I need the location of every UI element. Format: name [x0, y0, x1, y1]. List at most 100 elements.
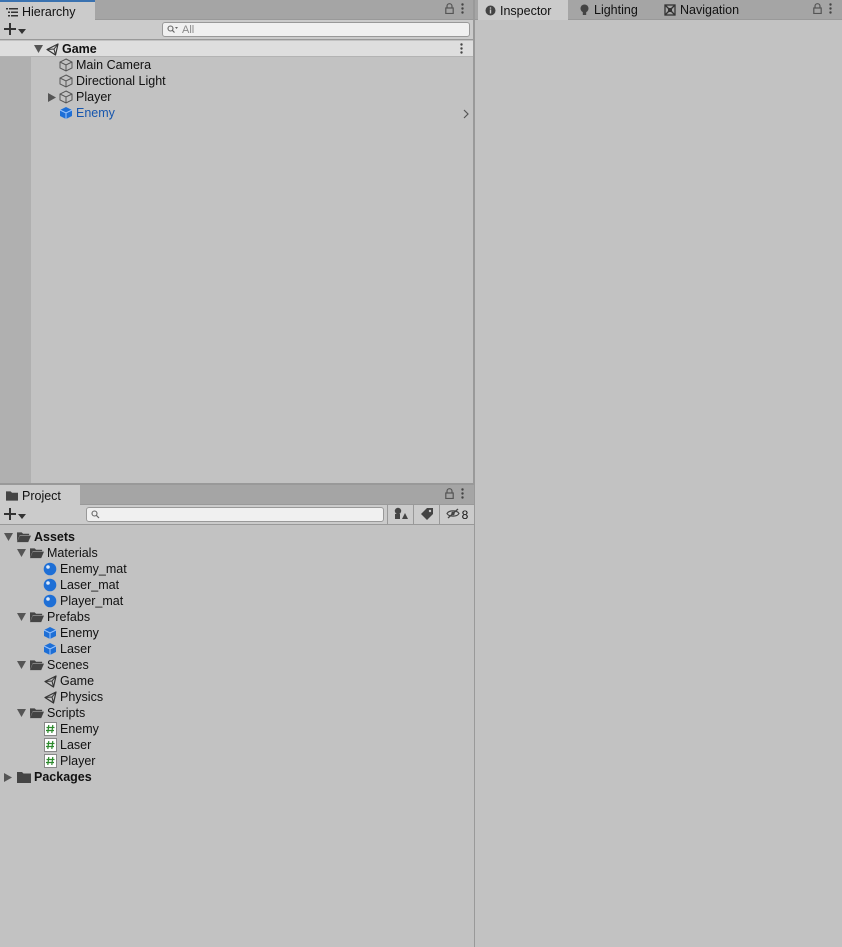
create-button[interactable]: [4, 22, 32, 38]
csharp-script-icon: [43, 722, 57, 736]
collapsed-arrow-icon[interactable]: [3, 772, 13, 782]
prefab-cube-icon: [59, 106, 73, 120]
shapes-filter-icon: [394, 507, 408, 523]
project-asset-enemy-mat[interactable]: Enemy_mat: [43, 561, 127, 577]
hierarchy-item-directional-light[interactable]: Directional Light: [59, 73, 166, 89]
expanded-arrow-icon[interactable]: [3, 532, 13, 542]
project-asset-laser-script[interactable]: Laser: [43, 737, 91, 753]
scene-row[interactable]: Game: [33, 41, 97, 57]
dropdown-arrow-icon: [18, 23, 26, 37]
unity-scene-icon: [45, 42, 59, 56]
kebab-menu-icon[interactable]: [461, 488, 464, 502]
inspector-tab-actions: [813, 3, 832, 17]
tree-item-label: Laser: [60, 642, 92, 656]
project-toolbar: 8: [0, 505, 474, 525]
expanded-arrow-icon[interactable]: [16, 548, 26, 558]
csharp-script-icon: [43, 754, 57, 768]
project-folder-materials[interactable]: Materials: [16, 545, 98, 561]
tree-item-label: Materials: [47, 546, 98, 560]
tree-item-label: Packages: [34, 770, 92, 784]
gameobject-cube-icon: [59, 90, 73, 104]
csharp-script-icon: [43, 738, 57, 752]
folder-icon: [17, 770, 31, 784]
material-sphere-icon: [43, 562, 57, 576]
tree-item-label: Enemy: [60, 722, 99, 736]
tree-item-label: Player: [60, 754, 96, 768]
expanded-arrow-icon[interactable]: [16, 708, 26, 718]
unity-scene-icon: [43, 690, 57, 704]
project-folder-prefabs[interactable]: Prefabs: [16, 609, 90, 625]
hidden-packages-toggle[interactable]: 8: [439, 505, 474, 525]
project-panel: Project 8 Assets Materials Enemy_mat Las…: [0, 485, 474, 947]
expanded-arrow-icon[interactable]: [33, 44, 43, 54]
tab-inspector-label: Inspector: [500, 3, 552, 18]
tab-hierarchy-label: Hierarchy: [22, 4, 76, 19]
expanded-arrow-icon[interactable]: [16, 660, 26, 670]
expanded-arrow-icon[interactable]: [16, 612, 26, 622]
project-folder-scripts[interactable]: Scripts: [16, 705, 85, 721]
lock-icon[interactable]: [445, 488, 454, 502]
project-search-input[interactable]: [100, 508, 383, 521]
project-folder-assets[interactable]: Assets: [3, 529, 75, 545]
prefab-cube-icon: [43, 642, 57, 656]
inspector-content: [475, 20, 842, 947]
plus-icon: [4, 22, 16, 38]
chevron-right-icon[interactable]: [463, 108, 469, 122]
project-asset-laser-prefab[interactable]: Laser: [43, 641, 91, 657]
hierarchy-tab-bar: Hierarchy: [0, 0, 474, 21]
hierarchy-toolbar: [0, 20, 474, 40]
tree-item-label: Player_mat: [60, 594, 124, 608]
kebab-menu-icon[interactable]: [461, 3, 464, 17]
project-asset-enemy-script[interactable]: Enemy: [43, 721, 99, 737]
hierarchy-item-player[interactable]: Player: [47, 89, 111, 105]
hierarchy-search-input[interactable]: [178, 23, 469, 36]
search-filter-icon: [167, 23, 178, 37]
tab-hierarchy[interactable]: Hierarchy: [0, 0, 95, 21]
project-folder-packages[interactable]: Packages: [3, 769, 92, 785]
tree-item-label: Game: [60, 674, 95, 688]
collapsed-arrow-icon[interactable]: [47, 92, 57, 102]
open-folder-icon: [17, 530, 31, 544]
lock-icon[interactable]: [445, 3, 454, 17]
tree-item-label: Assets: [34, 530, 75, 544]
project-asset-enemy-prefab[interactable]: Enemy: [43, 625, 99, 641]
tab-navigation-label: Navigation: [680, 3, 740, 17]
folder-icon: [6, 490, 18, 502]
hierarchy-item-main-camera[interactable]: Main Camera: [59, 57, 151, 73]
tab-inspector[interactable]: Inspector: [478, 0, 568, 21]
search-by-label-button[interactable]: [413, 505, 439, 525]
scene-menu-icon[interactable]: [460, 43, 463, 57]
project-asset-laser-mat[interactable]: Laser_mat: [43, 577, 119, 593]
tab-navigation[interactable]: Navigation: [658, 0, 739, 20]
tab-lighting[interactable]: Lighting: [572, 0, 638, 20]
scene-header-row[interactable]: Game: [0, 41, 474, 57]
search-by-type-button[interactable]: [387, 505, 413, 525]
material-sphere-icon: [43, 594, 57, 608]
tree-item-label: Laser: [60, 738, 92, 752]
project-asset-game-scene[interactable]: Game: [43, 673, 94, 689]
hierarchy-search[interactable]: [162, 22, 470, 37]
create-button[interactable]: [4, 507, 32, 523]
open-folder-icon: [30, 546, 44, 560]
project-folder-scenes[interactable]: Scenes: [16, 657, 89, 673]
lock-icon[interactable]: [813, 3, 822, 17]
project-asset-player-mat[interactable]: Player_mat: [43, 593, 123, 609]
open-folder-icon: [30, 706, 44, 720]
kebab-menu-icon[interactable]: [829, 3, 832, 17]
hierarchy-item-enemy[interactable]: Enemy: [59, 105, 471, 121]
hierarchy-gutter: [0, 57, 31, 484]
hierarchy-item-label: Main Camera: [76, 58, 152, 72]
tag-icon: [420, 507, 433, 523]
info-icon: [484, 5, 496, 17]
project-search[interactable]: [86, 507, 384, 522]
hierarchy-list-icon: [6, 6, 18, 18]
project-asset-player-script[interactable]: Player: [43, 753, 95, 769]
material-sphere-icon: [43, 578, 57, 592]
tree-item-label: Enemy: [60, 626, 99, 640]
hierarchy-tab-actions: [445, 3, 464, 17]
unity-scene-icon: [43, 674, 57, 688]
tab-project[interactable]: Project: [0, 485, 80, 506]
dropdown-arrow-icon: [18, 508, 26, 522]
project-tab-bar: Project: [0, 485, 474, 506]
project-asset-physics-scene[interactable]: Physics: [43, 689, 103, 705]
